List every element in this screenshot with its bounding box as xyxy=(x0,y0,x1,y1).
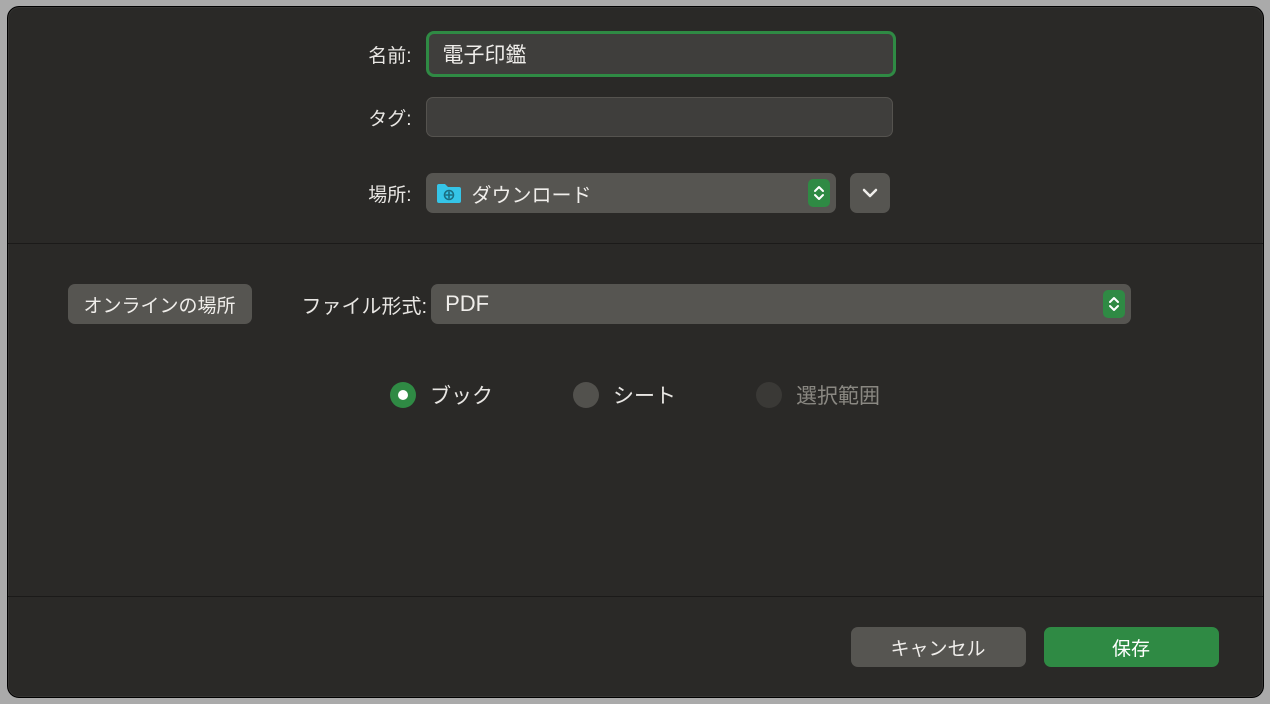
location-value: ダウンロード xyxy=(472,179,808,208)
chevron-down-icon xyxy=(861,187,879,199)
save-dialog: 名前: タグ: 場所: ダウンロード xyxy=(7,6,1264,698)
format-wrap: ファイル形式: PDF xyxy=(302,284,1203,324)
name-input[interactable] xyxy=(426,31,896,77)
radio-sheet[interactable]: シート xyxy=(573,380,676,410)
radio-selection: 選択範囲 xyxy=(756,380,880,410)
save-button[interactable]: 保存 xyxy=(1044,627,1219,667)
radio-disabled-icon xyxy=(756,382,782,408)
file-format-combo[interactable]: PDF xyxy=(431,284,1131,324)
tags-row: タグ: xyxy=(8,97,1263,137)
folder-icon xyxy=(436,183,462,204)
tags-label: タグ: xyxy=(8,104,426,131)
location-label: 場所: xyxy=(8,180,426,207)
save-dialog-top: 名前: タグ: 場所: ダウンロード xyxy=(8,7,1263,244)
updown-stepper-icon xyxy=(808,179,830,207)
radio-sheet-label: シート xyxy=(613,380,676,410)
radio-selection-label: 選択範囲 xyxy=(796,380,880,410)
location-row: 場所: ダウンロード xyxy=(8,173,1263,213)
cancel-button[interactable]: キャンセル xyxy=(851,627,1026,667)
updown-stepper-icon xyxy=(1103,290,1125,318)
save-dialog-middle: オンラインの場所 ファイル形式: PDF ブック シート xyxy=(8,244,1263,597)
format-row: オンラインの場所 ファイル形式: PDF xyxy=(68,284,1203,324)
file-format-label: ファイル形式: xyxy=(302,290,428,319)
online-locations-button[interactable]: オンラインの場所 xyxy=(68,284,252,324)
tags-input[interactable] xyxy=(426,97,893,137)
file-format-value: PDF xyxy=(445,291,1103,317)
save-dialog-bottom: キャンセル 保存 xyxy=(8,597,1263,697)
export-scope-radios: ブック シート 選択範囲 xyxy=(68,380,1203,410)
name-row: 名前: xyxy=(8,31,1263,77)
radio-selected-icon xyxy=(390,382,416,408)
radio-book[interactable]: ブック xyxy=(390,380,493,410)
radio-unselected-icon xyxy=(573,382,599,408)
name-label: 名前: xyxy=(8,41,426,68)
radio-book-label: ブック xyxy=(430,380,493,410)
location-combo[interactable]: ダウンロード xyxy=(426,173,836,213)
expand-button[interactable] xyxy=(850,173,890,213)
